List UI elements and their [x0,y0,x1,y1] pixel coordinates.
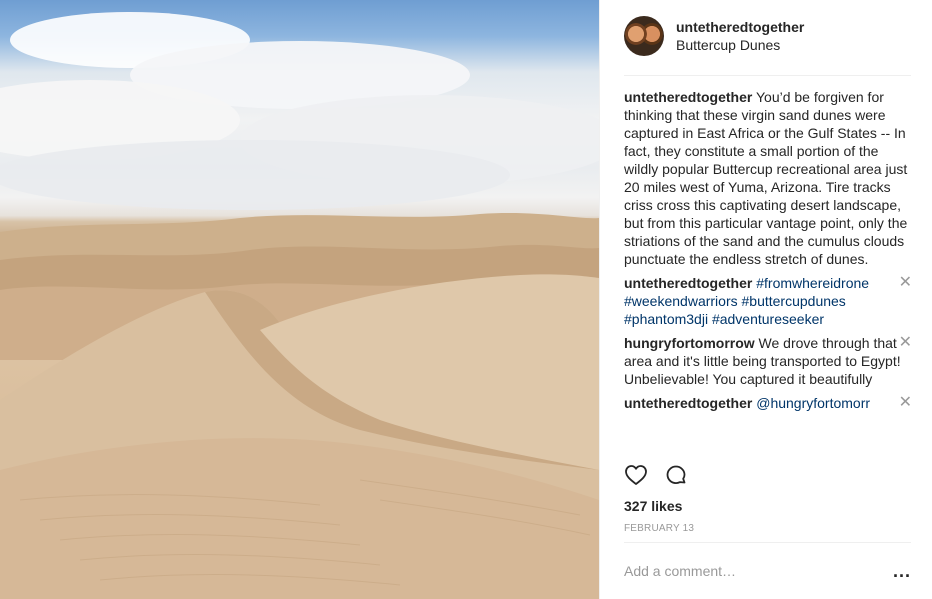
comment-username[interactable]: untetheredtogether [624,275,752,291]
post-photo[interactable] [0,0,599,599]
comment-username[interactable]: untetheredtogether [624,395,752,411]
comment-icon[interactable] [664,463,688,487]
post-actions [624,463,911,491]
comment-bar: ... [624,542,911,599]
avatar[interactable] [624,16,664,56]
comment-item: hungryfortomorrow We drove through that … [624,334,914,388]
heart-icon[interactable] [624,463,648,487]
header-text: untetheredtogether Buttercup Dunes [676,16,804,75]
comment-item: untetheredtogether @hungryfortomorr ✕ [624,394,914,412]
comment-mention[interactable]: @hungryfortomorr [756,395,870,411]
post-date[interactable]: FEBRUARY 13 [624,522,694,536]
post-header: untetheredtogether Buttercup Dunes [624,16,911,76]
likes-count[interactable]: 327 likes [624,497,682,515]
comment-text: You’d be forgiven for thinking that thes… [624,89,908,267]
header-username[interactable]: untetheredtogether [676,18,804,36]
comment-list[interactable]: untetheredtogether You’d be forgiven for… [624,88,914,456]
close-icon[interactable]: ✕ [899,334,912,352]
caption: untetheredtogether You’d be forgiven for… [624,88,914,268]
header-location[interactable]: Buttercup Dunes [676,36,804,54]
close-icon[interactable]: ✕ [899,274,912,292]
comment-item: untetheredtogether #fromwhereidrone #wee… [624,274,914,328]
dunes-illustration [0,12,599,599]
comment-username[interactable]: untetheredtogether [624,89,752,105]
close-icon[interactable]: ✕ [899,394,912,412]
more-options-icon[interactable]: ... [893,562,911,580]
post-side-panel: untetheredtogether Buttercup Dunes untet… [599,0,932,599]
comment-username[interactable]: hungryfortomorrow [624,335,755,351]
comment-input[interactable] [624,563,884,579]
